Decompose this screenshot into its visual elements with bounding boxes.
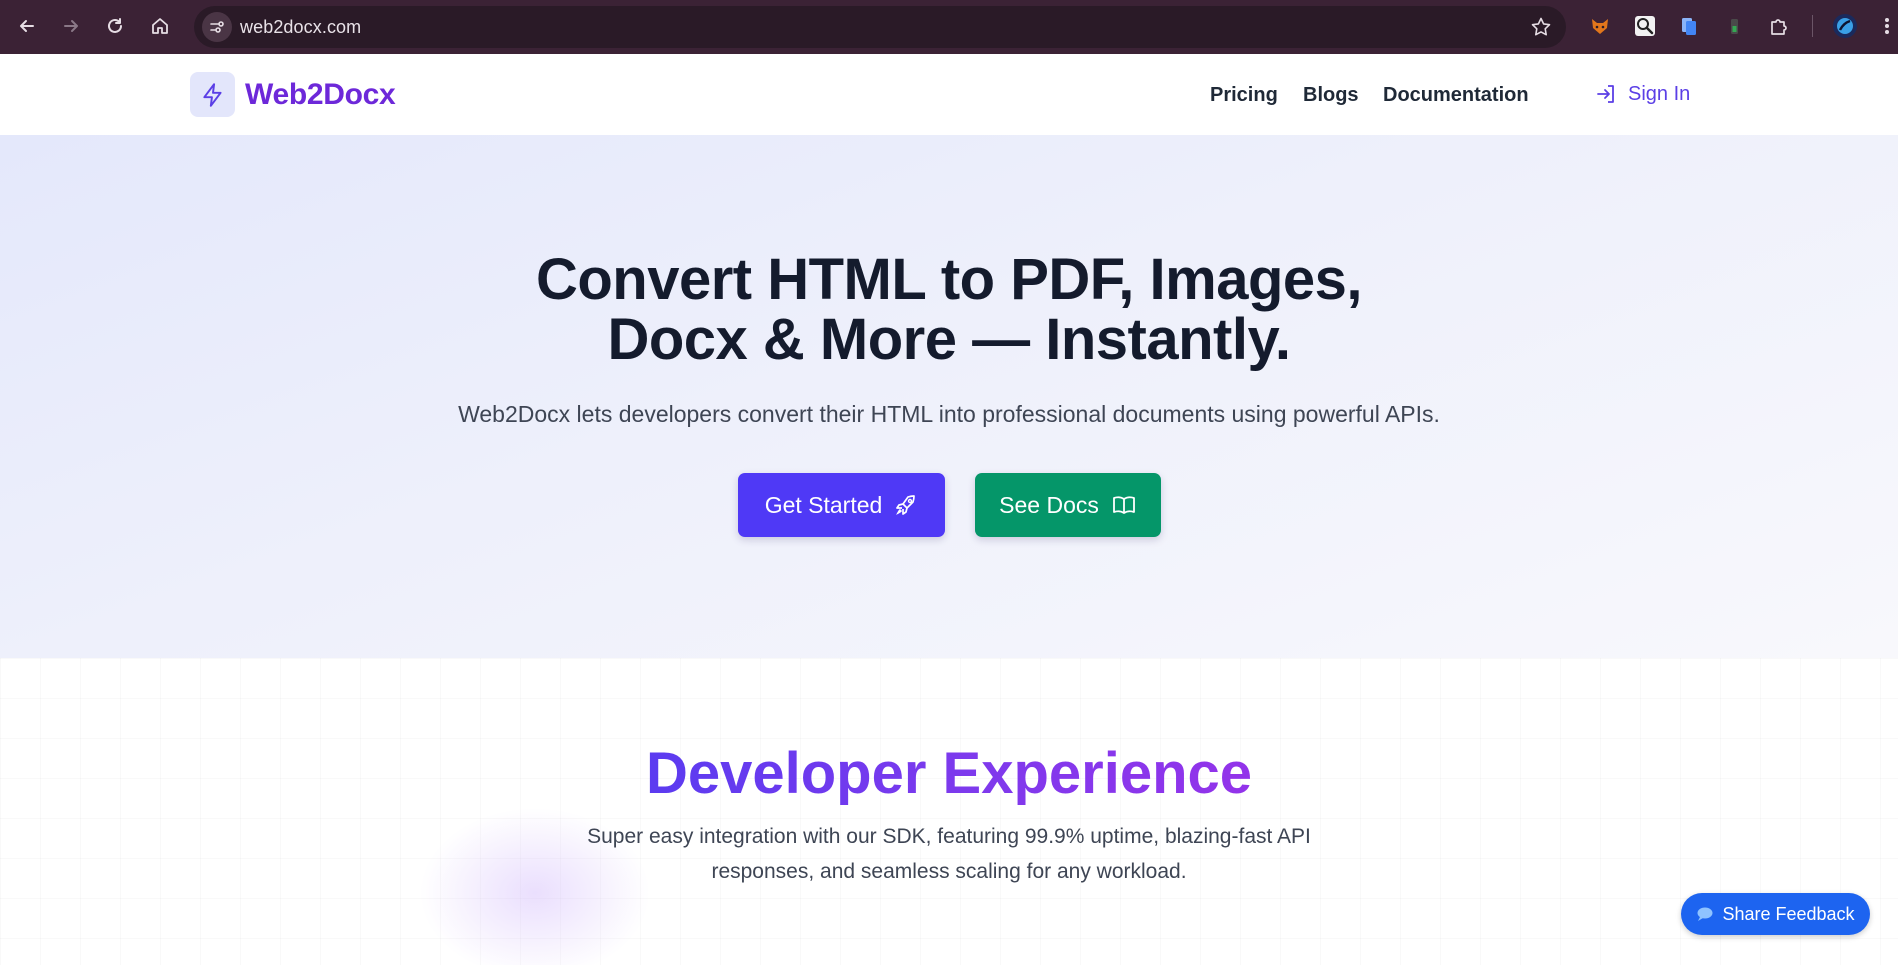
battery-extension-icon[interactable] [1721,13,1747,39]
lightning-logo-icon[interactable] [190,72,235,117]
forward-arrow-icon[interactable] [54,9,88,43]
hero-title-line2: Docx & More — Instantly. [607,307,1291,372]
developer-experience-heading: Developer Experience [645,741,1253,806]
sign-in-link[interactable]: Sign In [1594,82,1690,106]
open-book-icon [1112,496,1135,514]
puzzle-extensions-icon[interactable] [1766,13,1792,39]
address-bar[interactable]: web2docx.com [194,6,1566,48]
more-menu-icon[interactable] [1874,13,1898,39]
rocket-icon [896,495,916,515]
hero-section: Convert HTML to PDF, Images, Docx & More… [0,135,1898,658]
fox-extension-icon[interactable] [1587,13,1613,39]
hero-title-line1: Convert HTML to PDF, Images, [535,247,1363,312]
hero-title: Convert HTML to PDF, Images, Docx & More… [0,250,1898,370]
nav-documentation[interactable]: Documentation [1383,84,1529,107]
profile-avatar-icon[interactable] [1832,13,1858,39]
browser-toolbar: web2docx.com [0,0,1898,54]
see-docs-label: See Docs [999,491,1099,518]
url-text[interactable]: web2docx.com [240,17,361,38]
speech-bubble-icon [1697,907,1713,921]
brand-name[interactable]: Web2Docx [245,78,396,112]
share-feedback-button[interactable]: Share Feedback [1681,893,1870,935]
developer-experience-section: Developer Experience Super easy integrat… [0,658,1898,965]
nav-pricing[interactable]: Pricing [1210,84,1278,107]
docs-extension-icon[interactable] [1676,13,1702,39]
toolbar-divider [1812,15,1813,37]
share-feedback-label: Share Feedback [1722,903,1855,924]
get-started-label: Get Started [764,491,883,518]
back-arrow-icon[interactable] [10,9,44,43]
developer-experience-description: Super easy integration with our SDK, fea… [587,825,1311,883]
get-started-button[interactable]: Get Started [738,473,945,537]
site-info-icon[interactable] [202,12,232,42]
site-header: Web2Docx Pricing Blogs Documentation Sig… [0,54,1898,135]
see-docs-button[interactable]: See Docs [975,473,1161,537]
reload-icon[interactable] [98,9,132,43]
magnifier-extension-icon[interactable] [1632,13,1658,39]
hero-subtitle: Web2Docx lets developers convert their H… [458,401,1440,427]
sign-in-icon [1597,85,1614,103]
home-icon[interactable] [143,9,177,43]
sign-in-label: Sign In [1628,82,1691,105]
bookmark-star-icon[interactable] [1530,16,1552,38]
nav-blogs[interactable]: Blogs [1303,84,1359,107]
